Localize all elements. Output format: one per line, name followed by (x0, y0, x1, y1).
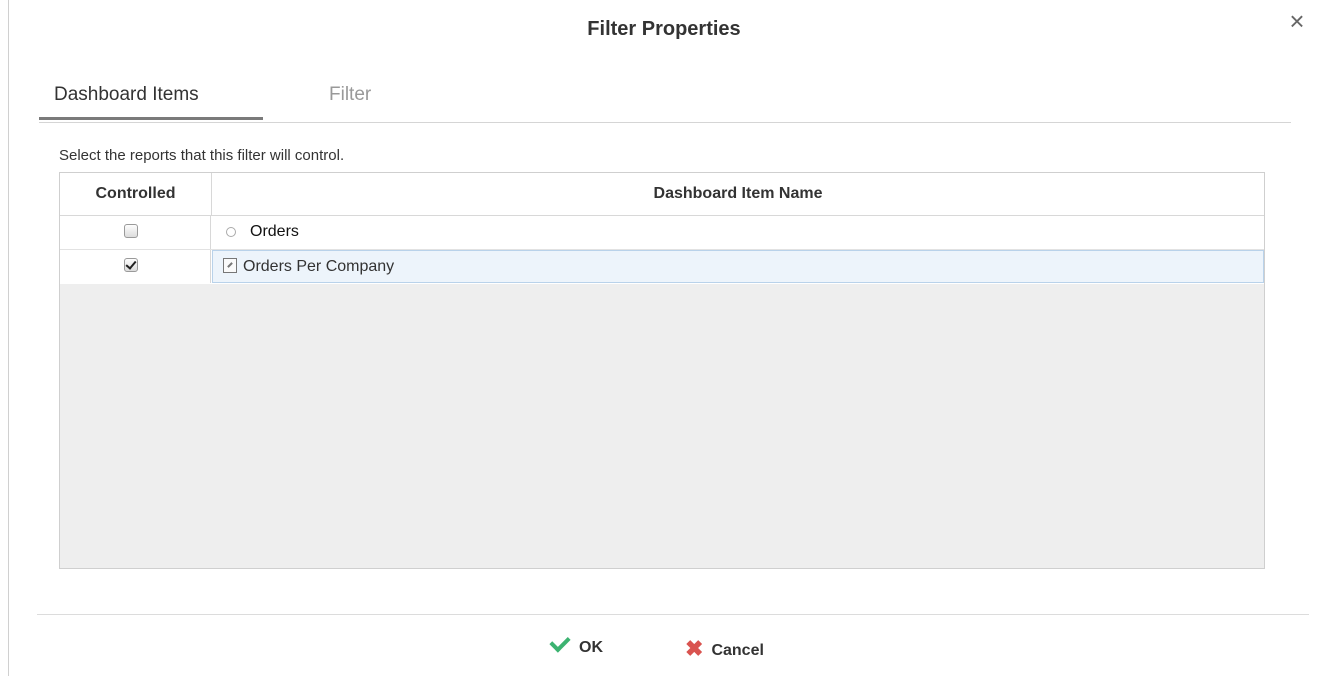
ok-label: OK (579, 639, 603, 656)
controlled-checkbox[interactable] (124, 258, 138, 272)
grid-header: Controlled Dashboard Item Name (60, 173, 1264, 216)
table-row[interactable]: Orders (60, 216, 1264, 250)
cancel-button[interactable]: ✖ Cancel (685, 636, 764, 662)
header-controlled[interactable]: Controlled (60, 173, 212, 215)
close-icon[interactable]: × (1285, 8, 1309, 34)
header-dashboard-item-name[interactable]: Dashboard Item Name (212, 173, 1264, 215)
item-name: Orders (250, 223, 299, 240)
tab-filter[interactable]: Filter (329, 80, 371, 120)
name-cell[interactable]: Orders Per Company (212, 250, 1264, 283)
controlled-checkbox[interactable] (124, 224, 138, 238)
checkmark-icon (549, 631, 571, 653)
table-row[interactable]: Orders Per Company (60, 250, 1264, 284)
controlled-cell (60, 250, 211, 283)
name-cell[interactable]: Orders (212, 216, 1264, 249)
dialog-title: Filter Properties (587, 18, 741, 40)
filter-properties-dialog: Filter Properties × Dashboard Items Filt… (8, 0, 1318, 676)
report-icon (223, 258, 237, 273)
circle-icon (226, 227, 236, 237)
footer-divider (37, 614, 1309, 615)
tab-dashboard-items[interactable]: Dashboard Items (39, 80, 263, 120)
description-text: Select the reports that this filter will… (59, 147, 345, 164)
close-icon: ✖ (685, 636, 704, 661)
dashboard-items-grid: Controlled Dashboard Item Name Orders Or… (59, 172, 1265, 569)
cancel-label: Cancel (711, 642, 764, 659)
controlled-cell (60, 216, 211, 249)
ok-button[interactable]: OK (549, 631, 603, 662)
item-name: Orders Per Company (243, 258, 395, 275)
tab-bar: Dashboard Items Filter (39, 80, 1291, 123)
